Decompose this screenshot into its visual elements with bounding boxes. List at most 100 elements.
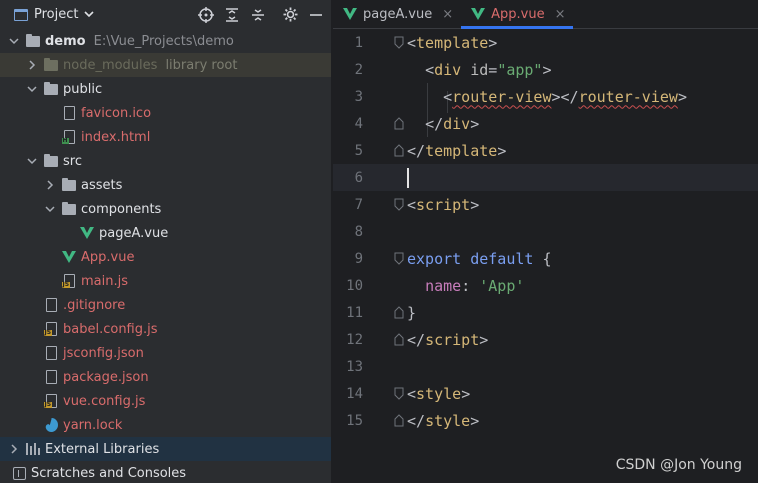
tree-item-components[interactable]: components [0, 197, 331, 221]
code-area[interactable]: 1 <template> 2 <div id="app"> 3 <router-… [333, 29, 758, 483]
tree-item-package-json[interactable]: package.json [0, 365, 331, 389]
line-number: 14 [346, 385, 363, 402]
close-icon[interactable]: × [442, 7, 453, 22]
expand-all-button[interactable] [223, 6, 241, 24]
fold-open-icon[interactable] [394, 36, 404, 49]
tree-item-label: index.html [81, 129, 151, 145]
tree-item-index-html[interactable]: H index.html [0, 125, 331, 149]
line-number: 13 [346, 358, 363, 375]
fold-open-icon[interactable] [394, 198, 404, 211]
line-number: 4 [354, 115, 363, 132]
project-panel-title: Project [34, 7, 79, 22]
code-line: 2 <div id="app"> [333, 56, 758, 83]
tree-item-label: yarn.lock [63, 417, 123, 433]
vue-file-icon [471, 7, 486, 21]
folder-icon [44, 153, 58, 168]
tree-item-label: demo [45, 33, 86, 49]
line-number: 6 [354, 169, 363, 186]
tree-item-label: pageA.vue [99, 225, 169, 241]
vue-file-icon [80, 226, 94, 240]
collapse-all-button[interactable] [249, 6, 267, 24]
code-line: 12 </script> [333, 326, 758, 353]
tab-pagea-vue[interactable]: pageA.vue × [333, 0, 461, 28]
fold-close-icon[interactable] [394, 333, 404, 346]
tree-item-node-modules[interactable]: node_modules library root [0, 53, 331, 77]
folder-icon [26, 33, 40, 48]
folder-icon [62, 201, 76, 216]
code-line: 1 <template> [333, 29, 758, 56]
code-line: 10 name: 'App' [333, 272, 758, 299]
code-token: "app" [497, 60, 543, 79]
tree-item-yarn-lock[interactable]: yarn.lock [0, 413, 331, 437]
code-line: 11 } [333, 299, 758, 326]
fold-open-icon[interactable] [394, 387, 404, 400]
js-file-icon: JS [43, 322, 58, 336]
code-token: script [425, 330, 480, 349]
expand-all-icon [226, 7, 238, 22]
tree-item-src[interactable]: src [0, 149, 331, 173]
chevron-down-icon[interactable] [26, 155, 38, 167]
project-window-icon [14, 8, 28, 21]
tree-item-label: vue.config.js [63, 393, 146, 409]
fold-open-icon[interactable] [394, 252, 404, 265]
tree-item-public[interactable]: public [0, 77, 331, 101]
code-token: style [425, 411, 471, 430]
fold-close-icon[interactable] [394, 117, 404, 130]
tree-item-vue-config[interactable]: JS vue.config.js [0, 389, 331, 413]
chevron-right-icon[interactable] [8, 443, 20, 455]
chevron-down-icon[interactable] [44, 203, 56, 215]
project-view-selector[interactable]: Project [14, 7, 95, 22]
watermark: CSDN @Jon Young [615, 457, 742, 473]
line-number: 15 [346, 412, 363, 429]
fold-close-icon[interactable] [394, 144, 404, 157]
tree-item-babel-config[interactable]: JS babel.config.js [0, 317, 331, 341]
line-number: 7 [354, 196, 363, 213]
code-token: export [407, 249, 462, 268]
code-token: style [416, 384, 462, 403]
tree-item-jsconfig[interactable]: jsconfig.json [0, 341, 331, 365]
chevron-right-icon[interactable] [44, 179, 56, 191]
editor: pageA.vue × App.vue × 1 <template> 2 <di… [333, 0, 758, 483]
fold-close-icon[interactable] [394, 414, 404, 427]
fold-close-icon[interactable] [394, 306, 404, 319]
code-token: default [470, 249, 534, 268]
tab-label: pageA.vue [363, 6, 433, 22]
tree-item-favicon[interactable]: favicon.ico [0, 101, 331, 125]
tree-item-label: public [63, 81, 103, 97]
hide-panel-button[interactable] [307, 6, 325, 24]
tree-item-app-vue[interactable]: App.vue [0, 245, 331, 269]
tree-item-label: src [63, 153, 82, 169]
tree-item-label: favicon.ico [81, 105, 152, 121]
code-line-current: 6 [333, 164, 758, 191]
folder-icon [44, 57, 58, 72]
tree-item-external-libraries[interactable]: External Libraries [0, 437, 331, 461]
locate-file-button[interactable] [197, 6, 215, 24]
tree-item-main-js[interactable]: JS main.js [0, 269, 331, 293]
line-number: 11 [346, 304, 363, 321]
json-file-icon [44, 370, 58, 384]
tree-item-assets[interactable]: assets [0, 173, 331, 197]
code-token: } [407, 303, 417, 322]
folder-icon [62, 177, 76, 192]
image-file-icon [62, 106, 76, 120]
tree-item-pagea-vue[interactable]: pageA.vue [0, 221, 331, 245]
chevron-down-icon[interactable] [26, 83, 38, 95]
tree-item-gitignore[interactable]: .gitignore [0, 293, 331, 317]
settings-button[interactable] [281, 6, 299, 24]
close-icon[interactable]: × [555, 7, 566, 22]
tree-item-demo[interactable]: demo E:\Vue_Projects\demo [0, 29, 331, 53]
chevron-down-icon[interactable] [8, 35, 20, 47]
project-panel-header: Project [0, 0, 331, 29]
tree-item-label: .gitignore [63, 297, 126, 313]
text-caret [407, 167, 409, 188]
code-token: id [470, 60, 489, 79]
code-token: template [416, 33, 489, 52]
tab-app-vue[interactable]: App.vue × [461, 0, 574, 29]
editor-tab-bar: pageA.vue × App.vue × [333, 0, 758, 29]
tree-item-scratches[interactable]: Scratches and Consoles [0, 461, 331, 483]
js-file-icon: JS [61, 274, 76, 288]
chevron-right-icon[interactable] [26, 59, 38, 71]
yarn-icon [44, 418, 58, 432]
code-line: 8 [333, 218, 758, 245]
library-root-label: library root [165, 57, 238, 73]
